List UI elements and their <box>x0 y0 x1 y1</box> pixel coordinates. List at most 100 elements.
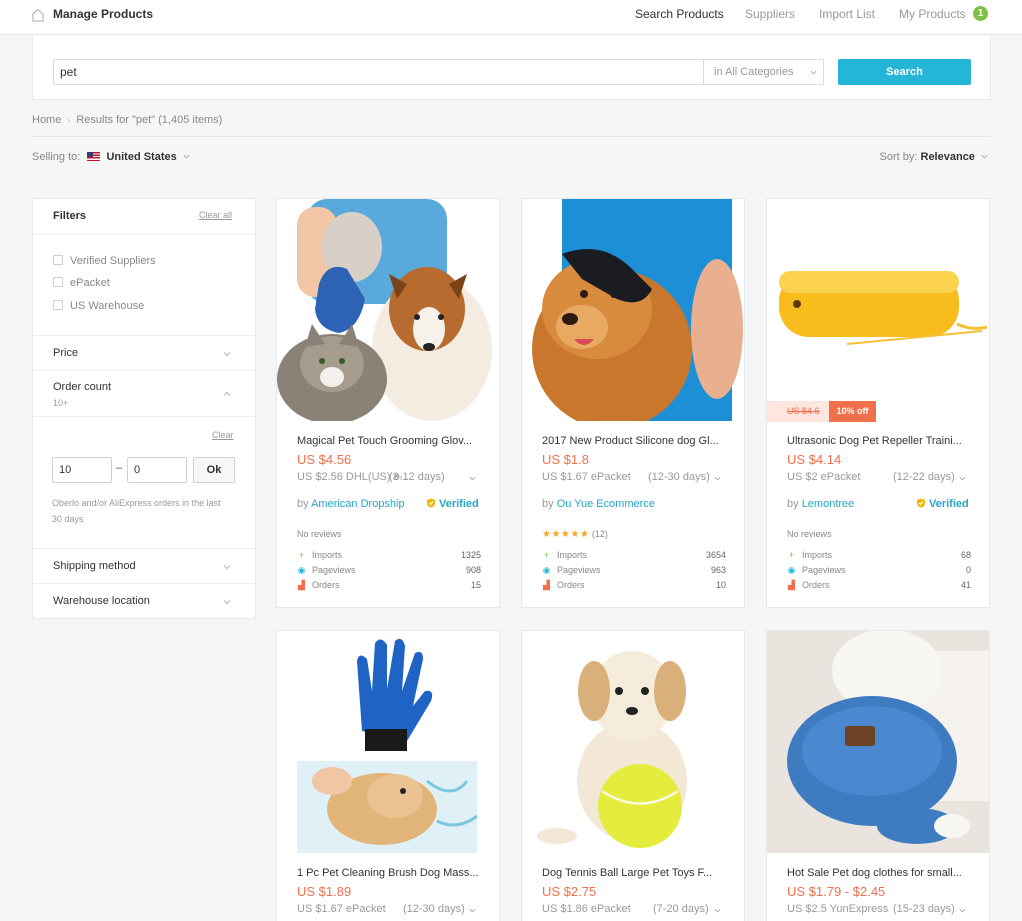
sort-by-label: Sort by: <box>879 151 918 163</box>
product-image[interactable] <box>522 199 744 421</box>
breadcrumb-home[interactable]: Home <box>32 114 61 126</box>
product-card[interactable]: Magical Pet Touch Grooming Glov... US $4… <box>276 198 500 608</box>
pageviews-stat: ◉ Pageviews 963 <box>542 565 726 576</box>
stat-value: 963 <box>710 565 726 575</box>
order-count-min-input[interactable] <box>52 457 112 483</box>
stat-label: Orders <box>802 580 830 590</box>
sort-by-selector[interactable]: Sort by: Relevance <box>880 151 988 163</box>
product-card[interactable]: US $4.6 10% off Ultrasonic Dog Pet Repel… <box>766 198 990 608</box>
checkbox-label: US Warehouse <box>70 300 145 312</box>
product-card[interactable]: 2017 New Product Silicone dog Gl... US $… <box>521 198 745 608</box>
breadcrumb: Home › Results for "pet" (1,405 items) <box>32 114 222 126</box>
star-rating-icon: ★★★★★ <box>542 529 590 540</box>
discount-badge: 10% off <box>829 401 876 422</box>
nav-search-products[interactable]: Search Products <box>635 7 724 21</box>
clear-all-link[interactable]: Clear all <box>199 210 232 220</box>
product-title[interactable]: 1 Pc Pet Cleaning Brush Dog Mass... <box>297 867 483 879</box>
filter-price-section[interactable]: Price <box>33 336 255 371</box>
filter-verified-suppliers[interactable]: Verified Suppliers <box>53 255 156 267</box>
seller-name[interactable]: Lemontree <box>802 498 855 510</box>
stat-value: 15 <box>470 580 481 590</box>
product-title[interactable]: Ultrasonic Dog Pet Repeller Traini... <box>787 435 973 447</box>
search-button[interactable]: Search <box>838 59 971 85</box>
chevron-down-icon[interactable] <box>714 907 721 914</box>
product-shipping: US $2.5 YunExpress <box>787 903 889 915</box>
filter-us-warehouse[interactable]: US Warehouse <box>53 300 144 312</box>
chevron-right-icon: › <box>67 115 71 125</box>
product-title[interactable]: Dog Tennis Ball Large Pet Toys F... <box>542 867 728 879</box>
product-title[interactable]: Magical Pet Touch Grooming Glov... <box>297 435 483 447</box>
chevron-down-icon[interactable] <box>959 475 966 482</box>
product-image[interactable] <box>277 199 499 421</box>
pageviews-stat: ◉ Pageviews 908 <box>297 565 481 576</box>
order-count-max-input[interactable] <box>127 457 187 483</box>
checkbox[interactable] <box>53 277 63 287</box>
home-icon[interactable] <box>32 8 44 22</box>
nav-my-products[interactable]: My Products <box>899 7 966 21</box>
chart-icon: ▟ <box>298 580 305 590</box>
product-price: US $2.75 <box>542 884 597 899</box>
product-card[interactable]: Hot Sale Pet dog clothes for small... US… <box>766 630 990 921</box>
imports-stat: + Imports 3654 <box>542 550 726 560</box>
nav-import-list[interactable]: Import List <box>819 7 875 21</box>
checkbox[interactable] <box>53 300 63 310</box>
product-shipping: US $1.67 ePacket <box>297 903 386 915</box>
product-image[interactable] <box>522 631 744 853</box>
order-count-ok-button[interactable]: Ok <box>193 457 235 483</box>
stat-label: Imports <box>312 550 343 560</box>
product-card[interactable]: 1 Pc Pet Cleaning Brush Dog Mass... US $… <box>276 630 500 921</box>
checkbox[interactable] <box>53 255 63 265</box>
stat-label: Orders <box>557 580 585 590</box>
shipping-days: (7-20 days) <box>653 903 709 915</box>
divider <box>32 136 991 137</box>
shipping-days: (15-23 days) <box>893 903 955 915</box>
plus-icon: + <box>298 550 305 560</box>
product-card[interactable]: Dog Tennis Ball Large Pet Toys F... US $… <box>521 630 745 921</box>
silicone-glove-dog-image <box>522 199 744 421</box>
stat-value: 41 <box>960 580 971 590</box>
shipping-days: (12-30 days) <box>403 903 465 915</box>
app-title: Manage Products <box>53 7 154 21</box>
product-price: US $4.56 <box>297 452 352 467</box>
seller-name[interactable]: American Dropship <box>311 498 405 510</box>
chevron-down-icon[interactable] <box>714 475 721 482</box>
seller-prefix: by <box>297 498 309 510</box>
seller-line: by Ou Yue Ecommerce <box>542 498 655 510</box>
filter-warehouse-section[interactable]: Warehouse location <box>33 584 255 619</box>
filter-warehouse-title: Warehouse location <box>53 595 150 607</box>
category-select-label: in All Categories <box>714 66 794 78</box>
chevron-down-icon <box>183 154 190 159</box>
shipping-days: (3-12 days) <box>389 471 445 483</box>
plus-icon: + <box>543 550 550 560</box>
verified-badge: Verified <box>426 498 479 510</box>
stat-value: 10 <box>715 580 726 590</box>
filter-shipping-section[interactable]: Shipping method <box>33 548 255 584</box>
filter-epacket[interactable]: ePacket <box>53 277 110 289</box>
top-nav: Manage Products Search Products Supplier… <box>0 0 1022 35</box>
product-image[interactable] <box>277 631 499 853</box>
chevron-down-icon[interactable] <box>469 907 476 914</box>
stat-value: 1325 <box>460 550 481 560</box>
orders-stat: ▟ Orders 10 <box>542 580 726 591</box>
product-image[interactable] <box>767 199 989 421</box>
chevron-down-icon <box>981 154 988 159</box>
product-image[interactable] <box>767 631 989 853</box>
checkbox-label: Verified Suppliers <box>70 255 156 267</box>
product-title[interactable]: 2017 New Product Silicone dog Gl... <box>542 435 728 447</box>
search-input[interactable] <box>53 59 704 85</box>
filter-order-count-header[interactable]: Order count 10+ <box>33 371 255 417</box>
category-select[interactable]: in All Categories <box>703 59 824 85</box>
stat-label: Pageviews <box>312 565 356 575</box>
reviews-text: No reviews <box>787 529 832 539</box>
nav-suppliers[interactable]: Suppliers <box>745 7 795 21</box>
clear-order-count-link[interactable]: Clear <box>212 430 234 440</box>
filter-price-title: Price <box>53 347 79 359</box>
seller-name[interactable]: Ou Yue Ecommerce <box>557 498 655 510</box>
product-title[interactable]: Hot Sale Pet dog clothes for small... <box>787 867 973 879</box>
selling-to-label: Selling to: <box>32 151 81 163</box>
chevron-up-icon <box>223 391 231 396</box>
chevron-down-icon[interactable] <box>959 907 966 914</box>
chevron-down-icon[interactable] <box>469 475 476 482</box>
selling-to-selector[interactable]: Selling to: United States <box>32 151 190 163</box>
stat-label: Imports <box>557 550 588 560</box>
